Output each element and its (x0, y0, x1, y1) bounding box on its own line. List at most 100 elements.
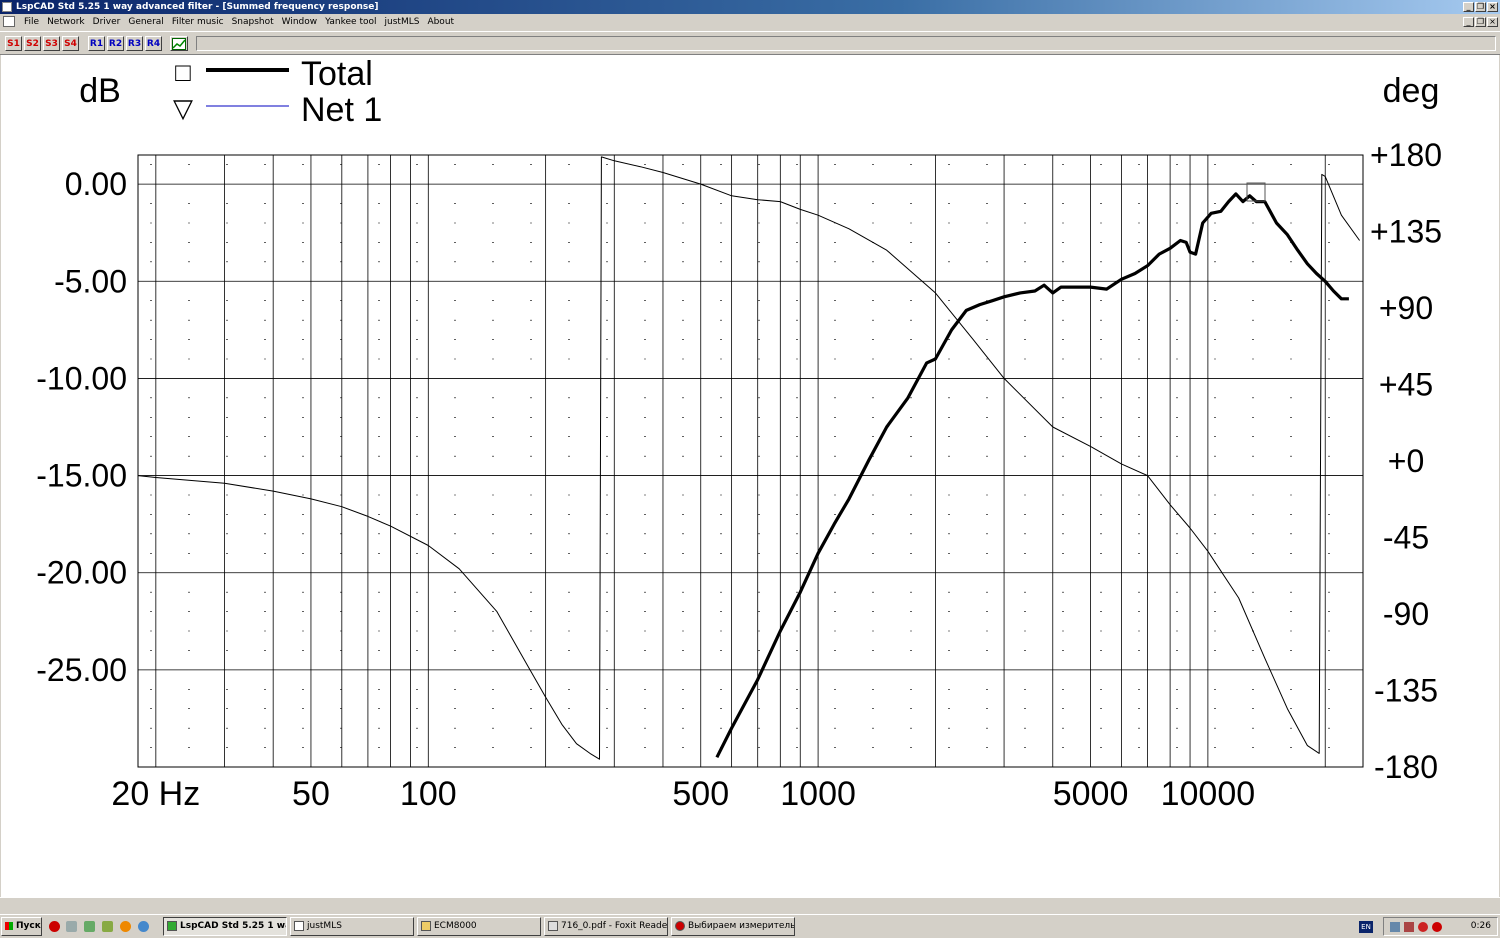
monitor-icon[interactable] (1390, 922, 1400, 932)
menu-justmls[interactable]: justMLS (381, 14, 424, 30)
start-button[interactable]: Пуск (1, 917, 42, 936)
security-icon[interactable] (1418, 922, 1428, 932)
deg-tick-label: +45 (1379, 367, 1433, 403)
phase-axis-labels: +180 +135 +90 +45 +0 -45 -90 -135 -180 (1370, 137, 1442, 785)
chart-series (137, 156, 1361, 760)
deg-tick-label: +180 (1370, 137, 1442, 173)
menu-filter-music[interactable]: Filter music (168, 14, 228, 30)
calculator-icon[interactable] (66, 921, 77, 932)
recall-r4-button[interactable]: R4 (145, 36, 162, 51)
recall-r1-button[interactable]: R1 (88, 36, 105, 51)
app-icon (2, 2, 12, 12)
task-foxit[interactable]: 716_0.pdf - Foxit Reade... (544, 917, 668, 936)
db-tick-label: -15.00 (36, 458, 127, 494)
window-icon (294, 921, 304, 931)
document-icon[interactable] (3, 16, 15, 27)
db-tick-label: -25.00 (36, 652, 127, 688)
legend-marker-net1: ▽ (173, 93, 193, 123)
frequency-tick-label: 1000 (780, 775, 856, 813)
deg-tick-label: +90 (1379, 290, 1433, 326)
snapshot-s1-button[interactable]: S1 (5, 36, 22, 51)
language-indicator[interactable]: EN (1359, 921, 1373, 933)
window-title: LspCAD Std 5.25 1 way advanced filter - … (16, 2, 379, 12)
taskbar: Пуск LspCAD Std 5.25 1 wa... justMLS ECM… (0, 914, 1500, 938)
task-opera-label: Выбираем измерительн... (688, 921, 795, 931)
plot-frame (137, 154, 1364, 768)
recall-r3-button[interactable]: R3 (126, 36, 143, 51)
toolbar-spacer (196, 36, 1496, 51)
frequency-tick-label: 100 (400, 775, 457, 813)
menu-network[interactable]: Network (43, 14, 89, 30)
menu-about[interactable]: About (423, 14, 458, 30)
task-lspcad-label: LspCAD Std 5.25 1 wa... (180, 921, 286, 931)
cursor-marker[interactable] (1246, 182, 1266, 202)
menu-bar: File Network Driver General Filter music… (0, 14, 1500, 30)
tool-icon[interactable] (102, 921, 113, 932)
status-bar (0, 897, 1500, 914)
mdi-restore-icon[interactable]: ❐ (1475, 17, 1486, 27)
legend: □ Total ▽ Net 1 (173, 55, 382, 129)
menu-driver[interactable]: Driver (89, 14, 125, 30)
frequency-axis-labels: 20 Hz 50 100 500 1000 5000 10000 (111, 775, 1255, 813)
window-controls: _ ❐ × (1463, 2, 1498, 12)
frequency-response-chart: 0.00-5.00-10.00-15.00-20.00-25.00 +180+1… (36, 55, 1442, 813)
frequency-tick-label: 50 (292, 775, 330, 813)
frequency-tick-label: 500 (672, 775, 729, 813)
chart-grid (138, 155, 1363, 767)
db-tick-label: -5.00 (54, 263, 127, 299)
menu-general[interactable]: General (124, 14, 167, 30)
deg-tick-label: +0 (1388, 443, 1424, 479)
legend-marker-total: □ (175, 57, 191, 87)
opera-icon[interactable] (49, 921, 60, 932)
frequency-tick-label: 5000 (1053, 775, 1129, 813)
network-icon[interactable] (138, 921, 149, 932)
task-foxit-label: 716_0.pdf - Foxit Reade... (561, 921, 668, 931)
task-ecm8000[interactable]: ECM8000 (417, 917, 541, 936)
deg-tick-label: -135 (1374, 673, 1438, 709)
pdf-icon (548, 921, 558, 931)
media-icon[interactable] (84, 921, 95, 932)
menu-snapshot[interactable]: Snapshot (228, 14, 278, 30)
recall-r2-button[interactable]: R2 (107, 36, 124, 51)
menu-file[interactable]: File (20, 14, 43, 30)
alert-icon[interactable] (1432, 922, 1442, 932)
deg-axis-title: deg (1383, 72, 1440, 110)
restore-icon[interactable]: ❐ (1475, 2, 1486, 12)
db-axis-labels: 0.00 -5.00 -10.00 -15.00 -20.00 -25.00 (36, 166, 127, 688)
task-justmls[interactable]: justMLS (290, 917, 414, 936)
series-line-net1 (137, 156, 1361, 760)
snapshot-s3-button[interactable]: S3 (43, 36, 60, 51)
db-tick-label: 0.00 (65, 166, 127, 202)
legend-label-total: Total (301, 55, 373, 93)
chart-icon[interactable] (170, 36, 188, 51)
menu-yankee-tool[interactable]: Yankee tool (321, 14, 380, 30)
task-opera[interactable]: Выбираем измерительн... (671, 917, 795, 936)
snapshot-s2-button[interactable]: S2 (24, 36, 41, 51)
opera-task-icon (675, 921, 685, 931)
lspcad-icon (167, 921, 177, 931)
task-ecm8000-label: ECM8000 (434, 921, 477, 931)
frequency-tick-label: 10000 (1161, 775, 1256, 813)
minimize-icon[interactable]: _ (1463, 2, 1474, 12)
mdi-minimize-icon[interactable]: _ (1463, 17, 1474, 27)
db-axis-title: dB (79, 72, 121, 110)
deg-tick-label: +135 (1370, 214, 1442, 250)
snapshot-s4-button[interactable]: S4 (62, 36, 79, 51)
frequency-tick-label: 20 Hz (111, 775, 200, 813)
frequency-response-window: 0.00 -5.00 -10.00 -15.00 -20.00 -25.00 +180 +1… (1, 55, 1499, 897)
menu-window[interactable]: Window (278, 14, 322, 30)
deg-tick-label: -90 (1383, 596, 1429, 632)
task-justmls-label: justMLS (307, 921, 342, 931)
title-bar: LspCAD Std 5.25 1 way advanced filter - … (0, 0, 1500, 14)
browser-icon[interactable] (120, 921, 131, 932)
folder-icon (421, 921, 431, 931)
system-tray: EN 0:26 (1359, 917, 1498, 936)
db-tick-label: -20.00 (36, 555, 127, 591)
close-icon[interactable]: × (1487, 2, 1498, 12)
deg-tick-label: -180 (1374, 749, 1438, 785)
toolbar: S1 S2 S3 S4 R1 R2 R3 R4 (0, 31, 1500, 55)
volume-icon[interactable] (1404, 922, 1414, 932)
legend-label-net1: Net 1 (301, 91, 382, 129)
task-lspcad[interactable]: LspCAD Std 5.25 1 wa... (163, 917, 287, 936)
mdi-close-icon[interactable]: × (1487, 17, 1498, 27)
